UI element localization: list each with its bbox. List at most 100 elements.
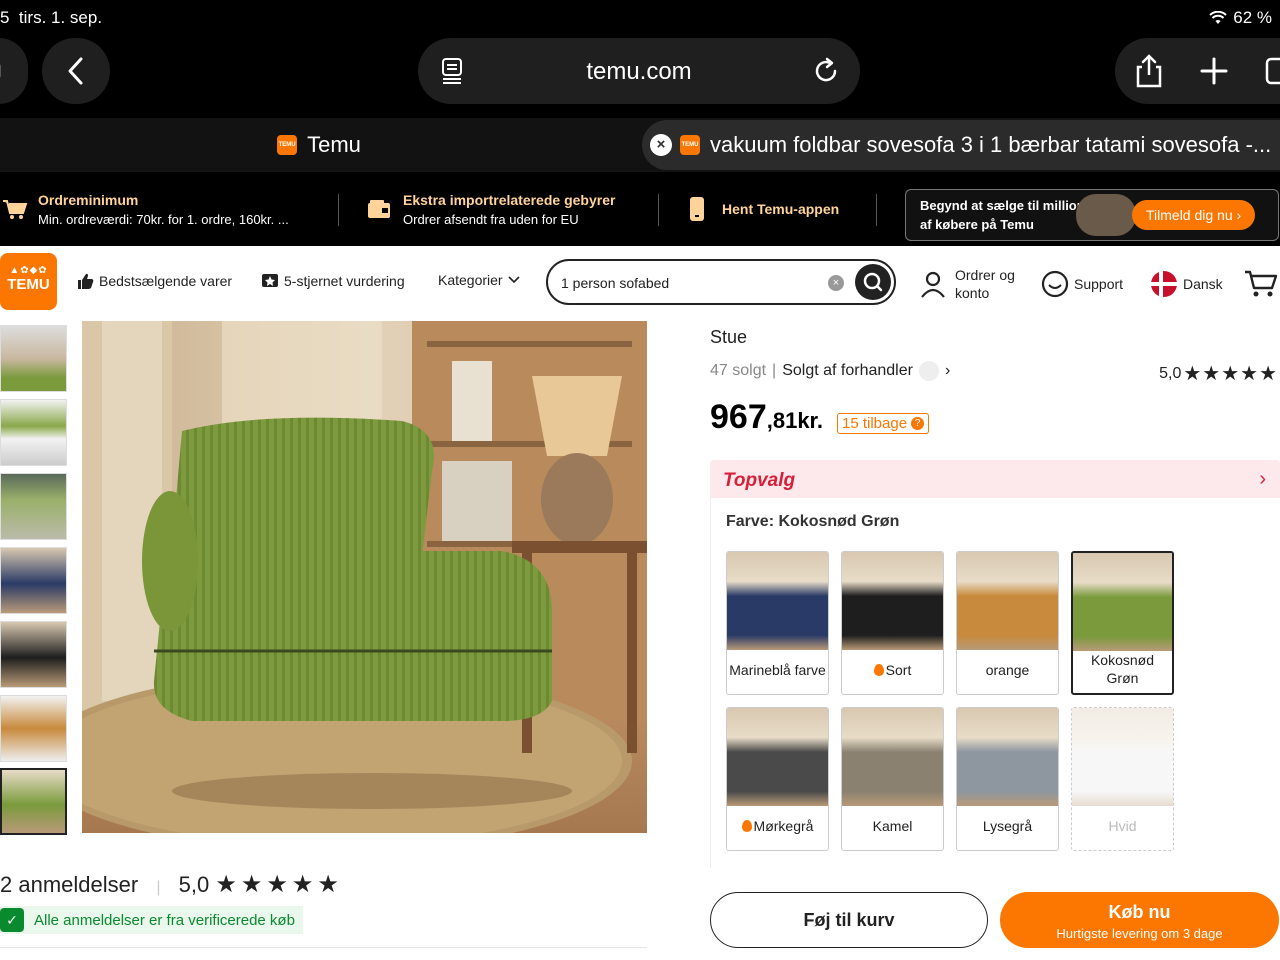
chevron-right-icon[interactable]: › (945, 362, 950, 380)
search-button[interactable] (855, 264, 891, 300)
join-button[interactable]: Tilmeld dig nu › (1132, 200, 1256, 230)
chevron-left-icon (68, 57, 83, 85)
tab-overview-button[interactable] (0, 38, 28, 104)
swatch-name: Kokosnød Grøn (1090, 652, 1155, 686)
thumbnail-selected[interactable] (0, 768, 67, 835)
tabs-grid-icon[interactable] (1263, 55, 1280, 87)
seller-link[interactable]: Solgt af forhandler (782, 362, 913, 380)
seller-join-banner[interactable]: Begynd at sælge til millioner af købere … (905, 189, 1279, 241)
swatch-image (842, 552, 943, 650)
clear-icon[interactable]: × (828, 275, 844, 291)
back-button[interactable] (42, 38, 110, 104)
reload-icon[interactable] (814, 57, 840, 85)
swatch-label: orange (959, 650, 1056, 690)
color-swatch[interactable]: orange (956, 551, 1059, 695)
thumbnail-image (1, 622, 66, 687)
swatch-label: Lysegrå (959, 806, 1056, 846)
tab-temu[interactable]: TEMU Temu (0, 118, 638, 172)
plus-icon[interactable] (1199, 56, 1229, 86)
swatch-image (957, 552, 1058, 650)
color-swatch[interactable]: Sort (841, 551, 944, 695)
color-swatch[interactable]: Marineblå farve (726, 551, 829, 695)
promo-sub: Min. ordreværdi: 70kr. for 1. ordre, 160… (38, 211, 289, 227)
search-icon (863, 272, 883, 292)
stock-badge[interactable]: 15 tilbage ? (837, 413, 930, 434)
chrome-actions (1115, 38, 1280, 104)
share-icon[interactable] (1133, 53, 1165, 89)
swatch-image (727, 552, 828, 650)
swatch-label: Sort (844, 650, 941, 690)
sold-info: 47 solgt | Solgt af forhandler › (710, 361, 950, 381)
user-icon (921, 271, 945, 298)
swatch-label: Mørkegrå (729, 806, 826, 846)
top-choice-banner[interactable]: Topvalg › (710, 460, 1280, 498)
swatch-name: Lysegrå (982, 818, 1033, 834)
support-link[interactable]: Support (1041, 270, 1123, 298)
buy-now-label: Køb nu (1108, 902, 1171, 922)
wallet-icon (368, 200, 390, 218)
color-swatch[interactable]: Lysegrå (956, 707, 1059, 851)
nav-bestsellers[interactable]: Bedstsælgende varer (76, 272, 232, 290)
thumbnail-image (1, 400, 66, 465)
product-rating[interactable]: 5,0 ★★★★★ (1159, 361, 1278, 386)
promo-import-fees[interactable]: Ekstra importrelaterede gebyrer Ordrer a… (367, 172, 615, 246)
search-bar[interactable]: 1 person sofabed × (546, 259, 896, 305)
close-icon[interactable]: × (650, 134, 672, 156)
promo-min-order[interactable]: Ordreminimum Min. ordreværdi: 70kr. for … (2, 172, 289, 246)
address-bar[interactable]: temu.com (418, 38, 860, 104)
wifi-icon (1209, 11, 1227, 24)
swatch-name: Mørkegrå (753, 818, 814, 834)
site-header: ▲✿◆✿ TEMU Bedstsælgende varer 5-stjernet… (0, 246, 1280, 320)
color-swatch[interactable]: Kokosnød Grøn (1071, 551, 1174, 695)
chevron-right-icon: › (1259, 468, 1266, 490)
verified-text: Alle anmeldelser er fra verificerede køb (34, 911, 295, 929)
tab-product[interactable]: × TEMU vakuum foldbar sovesofa 3 i 1 bær… (642, 120, 1280, 170)
reviews-rating: 5,0 (178, 872, 210, 897)
add-to-cart-button[interactable]: Føj til kurv (710, 892, 988, 948)
thumbnail[interactable] (0, 473, 67, 540)
join-text: af købere på Temu (920, 217, 1034, 232)
temu-favicon: TEMU (277, 135, 298, 155)
product-main-image[interactable] (82, 321, 647, 833)
cart-icon[interactable] (1244, 268, 1278, 300)
divider (876, 194, 877, 226)
color-swatch[interactable]: Kamel (841, 707, 944, 851)
chat-icon (1041, 270, 1069, 298)
swatch-label: Hvid (1074, 806, 1171, 846)
account-link[interactable]: Ordrer og konto (920, 266, 1015, 302)
product-photo (82, 321, 647, 833)
thumbnail[interactable] (0, 325, 67, 392)
promo-sub: Ordrer afsendt fra uden for EU (403, 211, 579, 227)
seller-logo-icon (918, 361, 939, 381)
color-swatch[interactable]: Mørkegrå (726, 707, 829, 851)
nav-five-star[interactable]: 5-stjernet vurdering (261, 272, 405, 290)
sold-count: 47 solgt (710, 362, 767, 379)
swatch-label: Marineblå farve (729, 650, 826, 690)
star-rating-icon: ★★★★★ (1183, 363, 1278, 385)
swatch-image (1072, 708, 1173, 806)
divider (658, 194, 659, 226)
thumbnail[interactable] (0, 695, 67, 762)
product-category: Stue (710, 327, 748, 347)
swatch-name: Marineblå farve (729, 662, 826, 678)
thumbnail[interactable] (0, 399, 67, 466)
divider (0, 947, 647, 948)
swatch-name: Hvid (1108, 818, 1137, 834)
swatch-image (727, 708, 828, 806)
promo-app[interactable]: Hent Temu-appen (688, 172, 839, 246)
chevron-down-icon (508, 276, 520, 284)
color-swatch[interactable]: Hvid (1071, 707, 1174, 851)
flame-icon (873, 664, 884, 676)
temu-logo[interactable]: ▲✿◆✿ TEMU (0, 253, 57, 310)
flame-icon (741, 820, 752, 832)
swatch-label: Kokosnød Grøn (1075, 649, 1170, 689)
buy-now-button[interactable]: Køb nu Hurtigste levering om 3 dage (1000, 892, 1279, 948)
divider: | (156, 879, 161, 896)
language-selector[interactable]: Dansk (1150, 270, 1223, 298)
browser-tabs: TEMU Temu × TEMU vakuum foldbar sovesofa… (0, 118, 1280, 172)
thumbnail[interactable] (0, 547, 67, 614)
thumbnail[interactable] (0, 621, 67, 688)
search-input[interactable]: 1 person sofabed (561, 275, 669, 291)
nav-categories[interactable]: Kategorier (438, 272, 520, 288)
divider (338, 194, 339, 226)
